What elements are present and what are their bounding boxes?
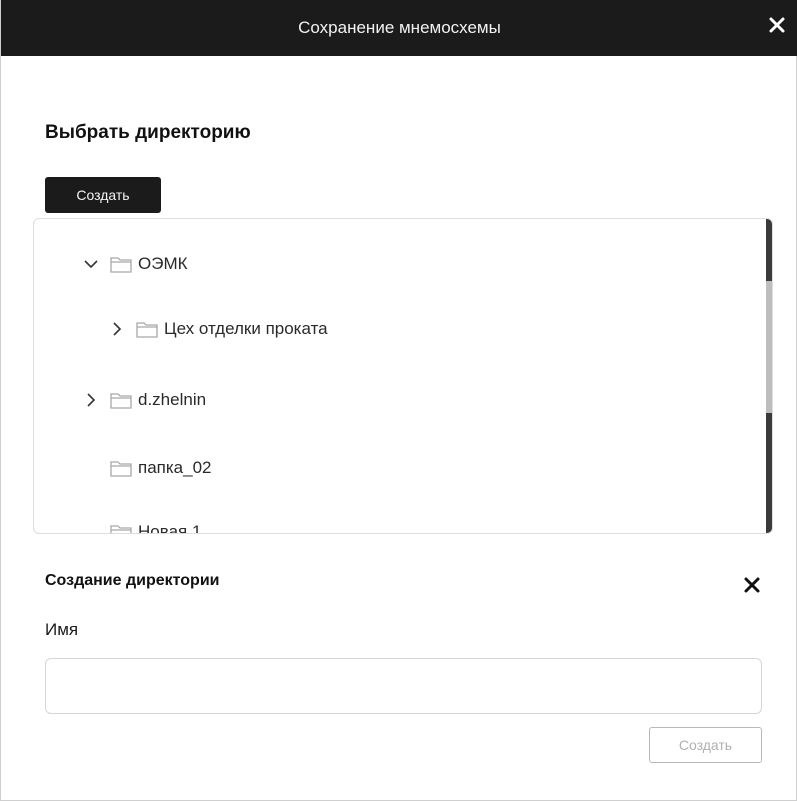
tree-item-label: папка_02 [138, 458, 212, 477]
tree-scrollbar-thumb[interactable] [766, 281, 772, 413]
folder-icon [110, 254, 132, 274]
chevron-right-icon[interactable] [82, 391, 100, 409]
folder-icon [110, 390, 132, 410]
tree-item-label: ОЭМК [138, 254, 188, 273]
tree-item-d-zhelnin[interactable]: d.zhelnin [82, 385, 206, 415]
folder-icon [110, 522, 132, 533]
close-icon[interactable] [741, 574, 763, 596]
create-directory-button[interactable]: Создать [45, 177, 161, 213]
tree-item-oemk[interactable]: ОЭМК [82, 249, 188, 279]
save-dialog: Сохранение мнемосхемы Выбрать директорию… [0, 0, 797, 801]
dialog-title: Сохранение мнемосхемы [298, 18, 501, 37]
name-label: Имя [45, 620, 79, 639]
tree-item-label: Цех отделки проката [164, 319, 328, 338]
dialog-titlebar: Сохранение мнемосхемы [1, 0, 797, 56]
tree-item-rolling-finishing[interactable]: Цех отделки проката [108, 314, 328, 344]
directory-tree: ОЭМК Цех отделки проката d.zhelnin папка… [33, 218, 773, 534]
chevron-down-icon[interactable] [82, 255, 100, 273]
name-input[interactable] [45, 658, 762, 714]
chevron-right-icon[interactable] [108, 320, 126, 338]
create-directory-title: Создание директории [45, 572, 220, 589]
folder-icon [136, 319, 158, 339]
tree-item-novaya-1[interactable]: Новая 1 [110, 517, 202, 534]
close-icon[interactable] [766, 14, 788, 36]
tree-item-label: d.zhelnin [138, 390, 207, 409]
submit-create-button[interactable]: Создать [649, 727, 762, 763]
select-directory-title: Выбрать директорию [45, 122, 251, 143]
folder-icon [110, 458, 132, 478]
tree-item-label: Новая 1 [138, 522, 202, 534]
tree-item-papka-02[interactable]: папка_02 [110, 453, 212, 483]
